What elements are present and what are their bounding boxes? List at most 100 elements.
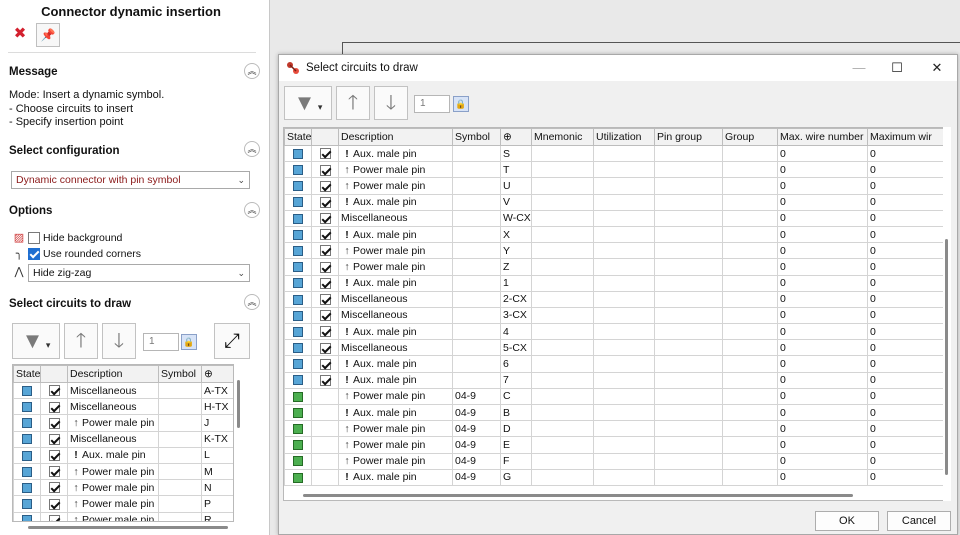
row-checkbox[interactable] <box>319 164 331 176</box>
vertical-scrollbar[interactable] <box>943 127 951 501</box>
row-checkbox[interactable] <box>319 261 331 273</box>
horizontal-scrollbar[interactable] <box>28 526 228 529</box>
check-cell[interactable] <box>311 242 339 260</box>
column-header-utilization[interactable]: Utilization <box>593 128 655 146</box>
table-row[interactable]: ↑ Power male pin 04-9 C 0 0 <box>284 387 945 406</box>
row-checkbox[interactable] <box>48 466 60 478</box>
row-checkbox[interactable] <box>319 358 331 370</box>
row-checkbox[interactable] <box>319 245 331 257</box>
check-cell[interactable] <box>40 479 68 497</box>
row-checkbox[interactable] <box>319 213 331 225</box>
scrollbar-thumb[interactable] <box>945 239 948 475</box>
move-down-button[interactable]: 🡓 <box>374 86 408 120</box>
lock-icon[interactable]: 🔒 <box>453 96 469 112</box>
table-row[interactable]: ! Aux. male pin V 0 0 <box>284 193 945 211</box>
table-row[interactable]: ↑ Power male pin M <box>13 462 233 481</box>
table-row[interactable]: Miscellaneous 2-CX 0 0 <box>284 290 945 308</box>
table-row[interactable]: ↑ Power male pin J <box>13 414 233 432</box>
check-cell[interactable] <box>311 420 339 438</box>
row-checkbox[interactable] <box>48 450 60 462</box>
row-checkbox[interactable] <box>48 498 60 510</box>
check-cell[interactable] <box>311 193 339 211</box>
table-row[interactable]: ! Aux. male pin 4 0 0 <box>284 323 945 341</box>
expand-button[interactable]: ⤢ <box>214 323 250 359</box>
check-cell[interactable] <box>311 323 339 341</box>
move-down-button[interactable]: 🡓 <box>102 323 136 359</box>
check-cell[interactable] <box>311 339 339 357</box>
minimize-icon[interactable]: — <box>844 58 874 78</box>
check-cell[interactable] <box>40 462 68 481</box>
check-cell[interactable] <box>40 430 68 448</box>
hide-background-checkbox[interactable] <box>28 231 40 244</box>
column-header-mnemonic[interactable]: Mnemonic <box>531 128 594 146</box>
check-cell[interactable] <box>40 414 68 432</box>
check-cell[interactable] <box>311 225 339 244</box>
table-row[interactable]: ↑ Power male pin R <box>13 511 233 521</box>
lock-icon[interactable]: 🔒 <box>181 334 197 350</box>
check-cell[interactable] <box>311 468 339 486</box>
check-cell[interactable] <box>311 452 339 470</box>
row-checkbox[interactable] <box>319 326 331 338</box>
table-row[interactable]: ↑ Power male pin N <box>13 479 233 497</box>
column-header-group[interactable]: Group <box>722 128 778 146</box>
check-cell[interactable] <box>311 209 339 227</box>
table-row[interactable]: ↑ Power male pin U 0 0 <box>284 177 945 195</box>
check-cell[interactable] <box>40 381 68 400</box>
table-row[interactable]: Miscellaneous W-CX 0 0 <box>284 209 945 227</box>
collapse-chevron-icon[interactable]: ︽ <box>244 63 260 79</box>
check-cell[interactable] <box>311 436 339 454</box>
table-row[interactable]: Miscellaneous 3-CX 0 0 <box>284 306 945 325</box>
table-row[interactable]: ↑ Power male pin T 0 0 <box>284 161 945 179</box>
collapse-chevron-icon[interactable]: ︽ <box>244 141 260 157</box>
table-row[interactable]: ↑ Power male pin 04-9 F 0 0 <box>284 452 945 470</box>
row-checkbox[interactable] <box>319 148 331 160</box>
configuration-select[interactable]: Dynamic connector with pin symbol ⌄ <box>11 171 250 189</box>
close-icon[interactable]: ✕ <box>922 58 952 78</box>
close-icon[interactable]: ✖ <box>10 24 30 44</box>
row-checkbox[interactable] <box>48 514 60 521</box>
table-row[interactable]: ↑ Power male pin 04-9 E 0 0 <box>284 436 945 454</box>
scrollbar-thumb[interactable] <box>303 494 853 497</box>
check-cell[interactable] <box>311 258 339 276</box>
move-up-button[interactable]: 🡑 <box>64 323 98 359</box>
check-cell[interactable] <box>311 290 339 308</box>
row-checkbox[interactable] <box>319 180 331 192</box>
check-cell[interactable] <box>311 161 339 179</box>
column-header-max-wire-number[interactable]: Max. wire number <box>777 128 868 146</box>
column-header-symbol[interactable]: Symbol <box>158 365 202 383</box>
column-header-description[interactable]: Description <box>67 365 159 383</box>
row-checkbox[interactable] <box>319 277 331 289</box>
zigzag-select[interactable]: Hide zig-zag ⌄ <box>28 264 250 282</box>
add-column-icon[interactable]: ⊕ <box>500 128 532 146</box>
check-cell[interactable] <box>311 403 339 422</box>
table-row[interactable]: ! Aux. male pin X 0 0 <box>284 225 945 244</box>
check-cell[interactable] <box>311 306 339 325</box>
add-column-icon[interactable]: ⊕ <box>201 365 233 383</box>
row-checkbox[interactable] <box>319 294 331 305</box>
table-row[interactable]: Miscellaneous 5-CX 0 0 <box>284 339 945 357</box>
table-row[interactable]: Miscellaneous H-TX <box>13 398 233 416</box>
check-cell[interactable] <box>40 446 68 464</box>
table-row[interactable]: Miscellaneous K-TX <box>13 430 233 448</box>
horizontal-scrollbar[interactable] <box>283 492 947 500</box>
quantity-stepper[interactable]: 1 <box>143 333 179 351</box>
collapse-chevron-icon[interactable]: ︽ <box>244 294 260 310</box>
table-row[interactable]: ↑ Power male pin P <box>13 495 233 513</box>
table-row[interactable]: ! Aux. male pin 04-9 G 0 0 <box>284 468 945 486</box>
table-row[interactable]: ↑ Power male pin 04-9 D 0 0 <box>284 420 945 438</box>
column-header-description[interactable]: Description <box>338 128 453 146</box>
table-row[interactable]: ! Aux. male pin 6 0 0 <box>284 355 945 373</box>
filter-button[interactable]: ▼ ▾ <box>12 323 60 359</box>
pin-icon[interactable]: 📌 <box>36 23 60 47</box>
table-row[interactable]: ! Aux. male pin S 0 0 <box>284 144 945 163</box>
row-checkbox[interactable] <box>319 342 331 354</box>
column-header-pin-group[interactable]: Pin group <box>654 128 723 146</box>
column-header-check[interactable] <box>311 128 339 146</box>
check-cell[interactable] <box>311 144 339 163</box>
check-cell[interactable] <box>311 387 339 406</box>
table-row[interactable]: Miscellaneous A-TX <box>13 381 233 400</box>
column-header-maximum-wire[interactable]: Maximum wir <box>867 128 945 146</box>
check-cell[interactable] <box>40 398 68 416</box>
table-row[interactable]: ! Aux. male pin 1 0 0 <box>284 274 945 292</box>
table-row[interactable]: ↑ Power male pin Z 0 0 <box>284 258 945 276</box>
